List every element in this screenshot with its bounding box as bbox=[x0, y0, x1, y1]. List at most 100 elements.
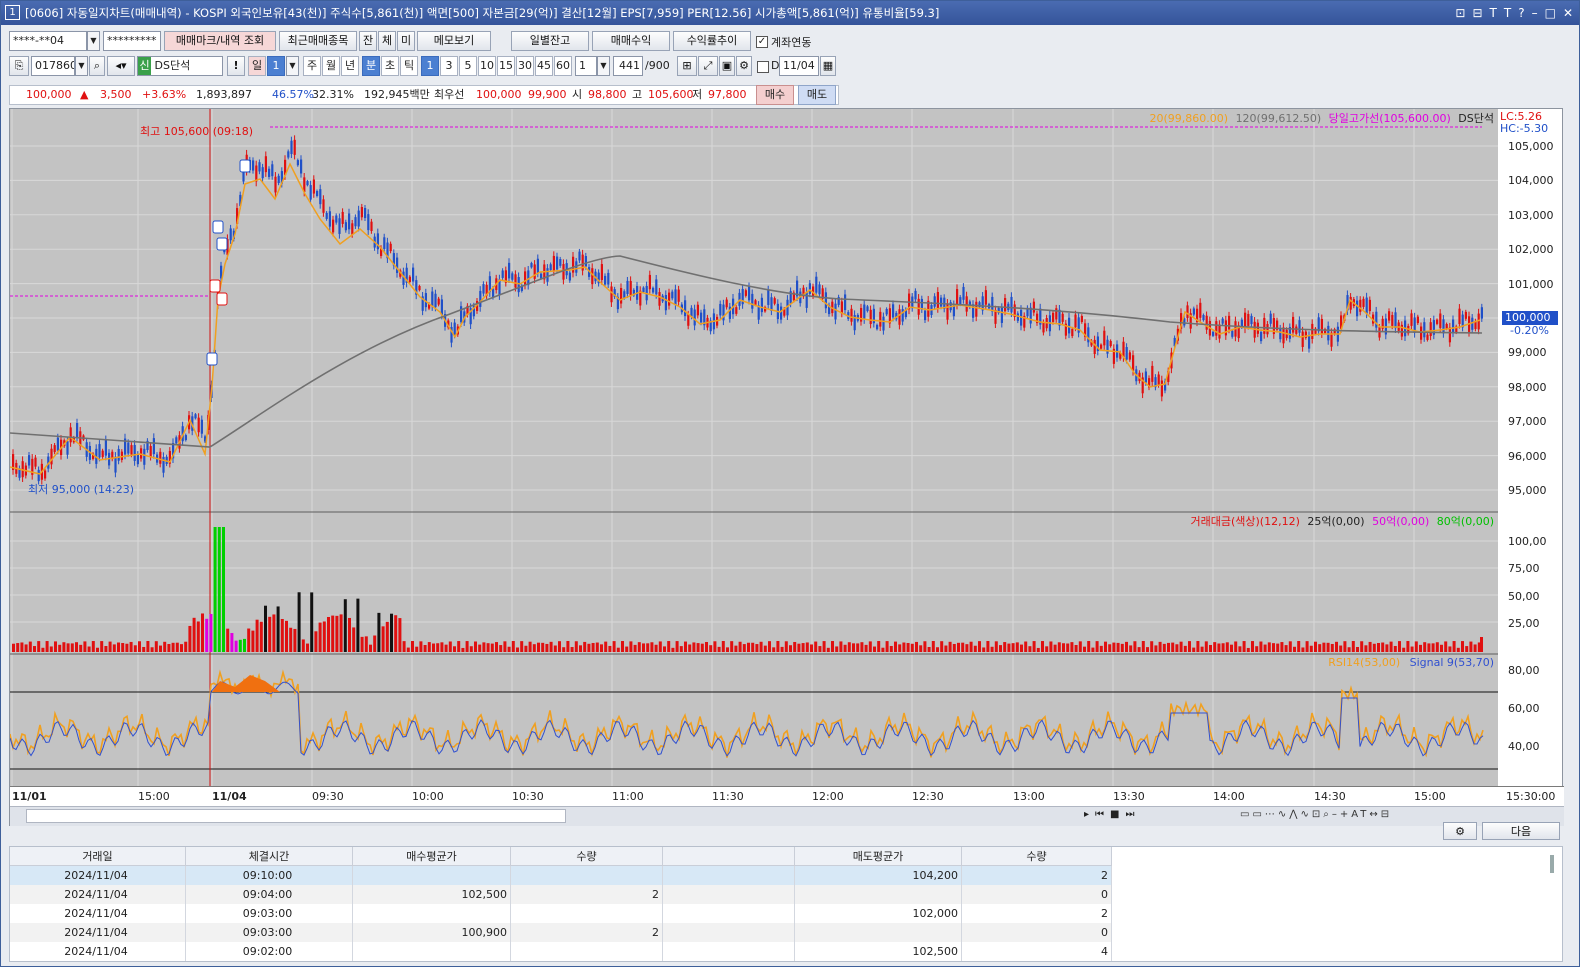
chart-tools-icon[interactable]: ⊞ bbox=[677, 56, 697, 76]
volume-bar bbox=[667, 641, 671, 652]
table-scrollbar[interactable] bbox=[1550, 855, 1554, 873]
sell-button[interactable]: 매도 bbox=[798, 85, 836, 105]
minute-30[interactable]: 30 bbox=[516, 56, 534, 76]
minute-10[interactable]: 10 bbox=[478, 56, 496, 76]
period-tick[interactable]: 틱 bbox=[400, 56, 418, 76]
candle-body bbox=[780, 306, 783, 320]
close-icon[interactable]: ✕ bbox=[1563, 1, 1573, 25]
col-header-date: 거래일 bbox=[10, 847, 186, 866]
return-trend-button[interactable]: 수익률추이 bbox=[673, 31, 751, 51]
filled-button[interactable]: 체 bbox=[378, 31, 396, 51]
volume-bar bbox=[1360, 641, 1364, 652]
chart-canvas[interactable] bbox=[10, 109, 1500, 786]
period-week[interactable]: 주 bbox=[303, 56, 321, 76]
trade-mark-query-button[interactable]: 매매마크/내역 조회 bbox=[164, 31, 276, 51]
volume-bar bbox=[906, 642, 910, 652]
candle-body bbox=[559, 258, 562, 266]
scroll-thumb[interactable] bbox=[26, 809, 566, 823]
pin-icon[interactable]: T bbox=[1490, 1, 1497, 25]
candle-body bbox=[296, 160, 299, 166]
scroll-nav-icons[interactable]: ▸⏮■⏭ bbox=[1084, 809, 1140, 820]
draw-icon[interactable]: ⤢ bbox=[698, 56, 718, 76]
table-row[interactable]: 2024/11/04 09:03:00 100,900 2 0 bbox=[10, 923, 1112, 942]
recent-trades-button[interactable]: 최근매매종목 bbox=[279, 31, 357, 51]
volume-bar bbox=[66, 643, 70, 652]
trade-profit-button[interactable]: 매매수익 bbox=[592, 31, 670, 51]
account-dropdown-icon[interactable]: ▼ bbox=[87, 31, 100, 51]
minute-15[interactable]: 15 bbox=[497, 56, 515, 76]
current-price: 100,000 bbox=[26, 88, 72, 101]
minute-45[interactable]: 45 bbox=[535, 56, 553, 76]
volume-bar bbox=[180, 644, 183, 652]
count-input[interactable]: 441 bbox=[613, 56, 643, 76]
table-row[interactable]: 2024/11/04 09:04:00 102,500 2 0 bbox=[10, 885, 1112, 904]
minute-3[interactable]: 3 bbox=[440, 56, 458, 76]
period-day-count[interactable]: 1 bbox=[267, 56, 285, 76]
volume-bar bbox=[394, 615, 398, 652]
candle-body bbox=[1439, 313, 1442, 328]
candle-body bbox=[1205, 315, 1208, 330]
table-row[interactable]: 2024/11/04 09:03:00 102,000 2 bbox=[10, 904, 1112, 923]
table-row[interactable]: 2024/11/04 09:02:00 102,500 4 bbox=[10, 942, 1112, 961]
sound-icon[interactable]: ◂▾ bbox=[107, 56, 135, 76]
help-icon[interactable]: ? bbox=[1518, 1, 1524, 25]
unfilled-button[interactable]: 미 bbox=[397, 31, 415, 51]
password-input[interactable]: ********* bbox=[103, 31, 161, 51]
period-dropdown-icon[interactable]: ▼ bbox=[286, 56, 299, 76]
stock-search-icon[interactable]: ⎘ bbox=[9, 56, 29, 76]
save-icon[interactable]: ▣ bbox=[719, 56, 735, 76]
account-link-checkbox[interactable]: ✓ bbox=[756, 36, 768, 48]
table-row[interactable]: 2024/11/04 09:10:00 104,200 2 bbox=[10, 866, 1112, 885]
gear-icon[interactable]: ⚙ bbox=[736, 56, 752, 76]
font-icon[interactable]: T bbox=[1504, 1, 1511, 25]
code-dropdown-icon[interactable]: ▼ bbox=[75, 56, 88, 76]
search-icon[interactable]: ⌕ bbox=[89, 56, 105, 76]
candle-body bbox=[1394, 312, 1397, 329]
period-day[interactable]: 일 bbox=[248, 56, 266, 76]
drawing-tools-icons[interactable]: ▭▭⋯∿⋀∿⊡⌕–+AT↔⊟ bbox=[1240, 809, 1392, 820]
minimize-icon[interactable]: – bbox=[1532, 1, 1538, 25]
volume-bar bbox=[658, 641, 662, 652]
alert-button[interactable]: ! bbox=[227, 56, 245, 76]
volume-bar bbox=[847, 642, 851, 652]
buy-button[interactable]: 매수 bbox=[756, 85, 794, 105]
candle-body bbox=[834, 303, 837, 320]
table-settings-icon[interactable]: ⚙ bbox=[1443, 822, 1477, 840]
period-year[interactable]: 년 bbox=[341, 56, 359, 76]
candle-body bbox=[956, 289, 959, 305]
minute-5[interactable]: 5 bbox=[459, 56, 477, 76]
step-input[interactable]: 1 bbox=[575, 56, 597, 76]
hc-label: HC:-5.30 bbox=[1500, 122, 1549, 135]
candle-body bbox=[984, 290, 987, 305]
volume-bar bbox=[789, 645, 792, 652]
balance-button[interactable]: 잔 bbox=[359, 31, 377, 51]
candle-body bbox=[1292, 316, 1295, 333]
candle-body bbox=[1327, 325, 1330, 341]
chart-scrollbar[interactable]: ▸⏮■⏭ ▭▭⋯∿⋀∿⊡⌕–+AT↔⊟ bbox=[10, 806, 1564, 826]
maximize-icon[interactable]: □ bbox=[1545, 1, 1556, 25]
stock-code-input[interactable]: 017860 bbox=[31, 56, 75, 76]
period-minute[interactable]: 분 bbox=[362, 56, 380, 76]
memo-view-button[interactable]: 메모보기 bbox=[417, 31, 491, 51]
link-icon[interactable]: ⊡ bbox=[1455, 1, 1465, 25]
price-chart[interactable]: 105,000 104,000 103,000 102,000 101,000 100,0… bbox=[9, 108, 1564, 826]
date-checkbox[interactable] bbox=[757, 61, 769, 73]
daily-balance-button[interactable]: 일별잔고 bbox=[511, 31, 589, 51]
period-second[interactable]: 초 bbox=[381, 56, 399, 76]
step-dropdown-icon[interactable]: ▼ bbox=[597, 56, 610, 76]
calendar-icon[interactable]: ▦ bbox=[820, 56, 836, 76]
layout-icon[interactable]: ⊟ bbox=[1472, 1, 1482, 25]
minute-60[interactable]: 60 bbox=[554, 56, 572, 76]
next-button[interactable]: 다음 bbox=[1482, 822, 1560, 840]
volume-bar bbox=[49, 646, 53, 652]
volume-bar bbox=[276, 606, 280, 652]
volume-bar bbox=[1146, 647, 1149, 652]
account-input[interactable]: ****-**04 bbox=[9, 31, 87, 51]
minute-1[interactable]: 1 bbox=[421, 56, 439, 76]
volume-bar bbox=[1049, 641, 1053, 652]
stock-legend: DS단석 bbox=[1458, 112, 1494, 125]
table-cell: 2024/11/04 bbox=[10, 866, 186, 885]
date-input[interactable]: 11/04 bbox=[779, 56, 819, 76]
period-month[interactable]: 월 bbox=[322, 56, 340, 76]
candle-body bbox=[991, 296, 994, 312]
